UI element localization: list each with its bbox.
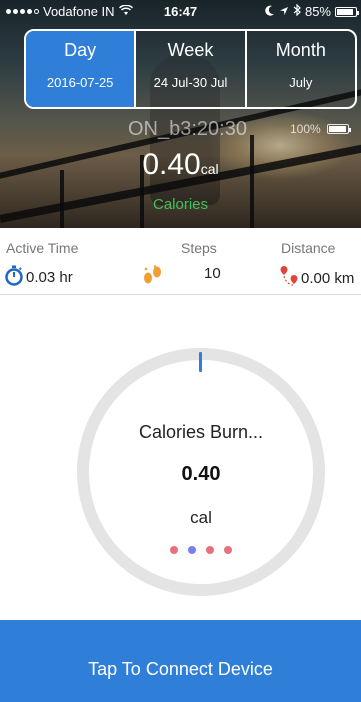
ring-unit: cal [190,508,212,527]
page-dot[interactable] [206,546,214,554]
calories-value: 0.40 [142,148,201,181]
connect-device-button[interactable]: Tap To Connect Device [0,620,361,702]
battery-icon [335,6,359,17]
distance-value: 0.00 km [301,269,355,287]
ring-progress-marker [199,352,202,372]
distance-stat: 0.00 km [279,265,354,291]
battery-percent: 85% [304,4,331,19]
screen: Vodafone IN 16:47 85% Day 2016-07-25 Wee… [0,0,361,702]
stopwatch-icon [4,265,24,290]
ring-value: 0.40 [181,463,221,485]
active-time-stat: 0.03 hr [4,265,73,290]
tab-month[interactable]: Month July [247,31,355,107]
steps-stat [142,265,164,289]
stats-row: Active Time Steps Distance 0.03 hr 10 0.… [0,228,361,294]
active-time-label: Active Time [6,240,79,256]
moon-icon [265,4,275,19]
page-dot[interactable] [170,546,178,554]
period-selector: Day 2016-07-25 Week 24 Jul-30 Jul Month … [24,29,357,109]
tab-day[interactable]: Day 2016-07-25 [26,31,137,107]
tab-month-name: July [289,75,313,90]
calories-unit: cal [200,161,219,177]
device-battery-icon [326,124,351,134]
location-arrow-icon [279,4,289,19]
page-indicator[interactable] [77,546,325,554]
bluetooth-icon [293,3,301,19]
distance-label: Distance [281,240,336,256]
tab-week-range: 24 Jul-30 Jul [153,75,228,90]
device-name: ON_b3:20:30 [128,118,247,140]
active-time-value: 0.03 hr [26,269,73,286]
ring-title: Calories Burn... [138,422,264,442]
tab-month-label: Month [275,40,326,60]
device-battery-percent: 100% [290,122,321,136]
page-dot[interactable] [188,546,196,554]
calories-ring[interactable]: Calories Burn... 0.40 cal [77,348,325,596]
tab-week[interactable]: Week 24 Jul-30 Jul [136,31,247,107]
steps-value: 10 [204,265,221,282]
status-bar: Vodafone IN 16:47 85% [0,0,361,22]
hero-banner: Vodafone IN 16:47 85% Day 2016-07-25 Wee… [0,0,361,228]
route-pin-icon [279,265,299,291]
device-battery: 100% [290,122,351,136]
footprints-icon [142,265,164,289]
tab-day-date: 2016-07-25 [46,75,114,90]
tab-day-label: Day [64,40,97,60]
calories-summary: 0.40cal [0,148,361,182]
status-right: 85% [265,3,359,19]
page-dot[interactable] [224,546,232,554]
divider [0,294,361,295]
tab-week-label: Week [167,40,214,60]
calories-label: Calories [152,196,209,213]
steps-label: Steps [181,240,217,256]
